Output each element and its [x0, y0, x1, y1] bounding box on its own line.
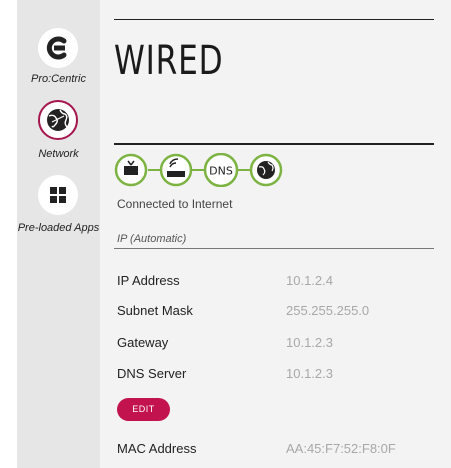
connection-status-chain: DNS [114, 152, 314, 191]
globe-network-icon [38, 100, 78, 140]
router-icon [159, 153, 193, 187]
dns-icon: DNS [203, 152, 239, 188]
detail-label: IP Address [117, 273, 180, 288]
divider [114, 19, 434, 20]
detail-value: 10.1.2.3 [286, 366, 333, 381]
divider [114, 143, 434, 145]
detail-label: DNS Server [117, 366, 187, 381]
divider [114, 248, 434, 249]
ip-mode-setting[interactable]: IP (Automatic) [117, 233, 186, 245]
svg-text:DNS: DNS [209, 165, 233, 178]
sidebar-item-label: Pre-loaded Apps [17, 222, 100, 234]
detail-value: 255.255.255.0 [286, 303, 370, 318]
globe-icon [249, 153, 283, 187]
detail-label: MAC Address [117, 441, 197, 456]
page-title: WIRED [114, 38, 224, 84]
detail-label: Gateway [117, 335, 169, 350]
connection-status-text: Connected to Internet [117, 197, 233, 211]
pro-centric-icon [38, 28, 78, 68]
grid-apps-icon [38, 175, 78, 215]
detail-value: 10.1.2.3 [286, 335, 333, 350]
detail-label: Subnet Mask [117, 303, 193, 318]
edit-button[interactable]: EDIT [117, 398, 170, 421]
sidebar-item-label: Pro:Centric [30, 73, 87, 85]
detail-value: 10.1.2.4 [286, 273, 333, 288]
main-panel: WIRED DNS Connected to Internet IP (Auto… [100, 0, 451, 468]
tv-icon [114, 153, 148, 187]
detail-value: AA:45:F7:52:F8:0F [286, 441, 396, 456]
sidebar: Pro:Centric Network Pre-loaded Apps [17, 0, 100, 468]
sidebar-item-label: Network [38, 148, 79, 160]
